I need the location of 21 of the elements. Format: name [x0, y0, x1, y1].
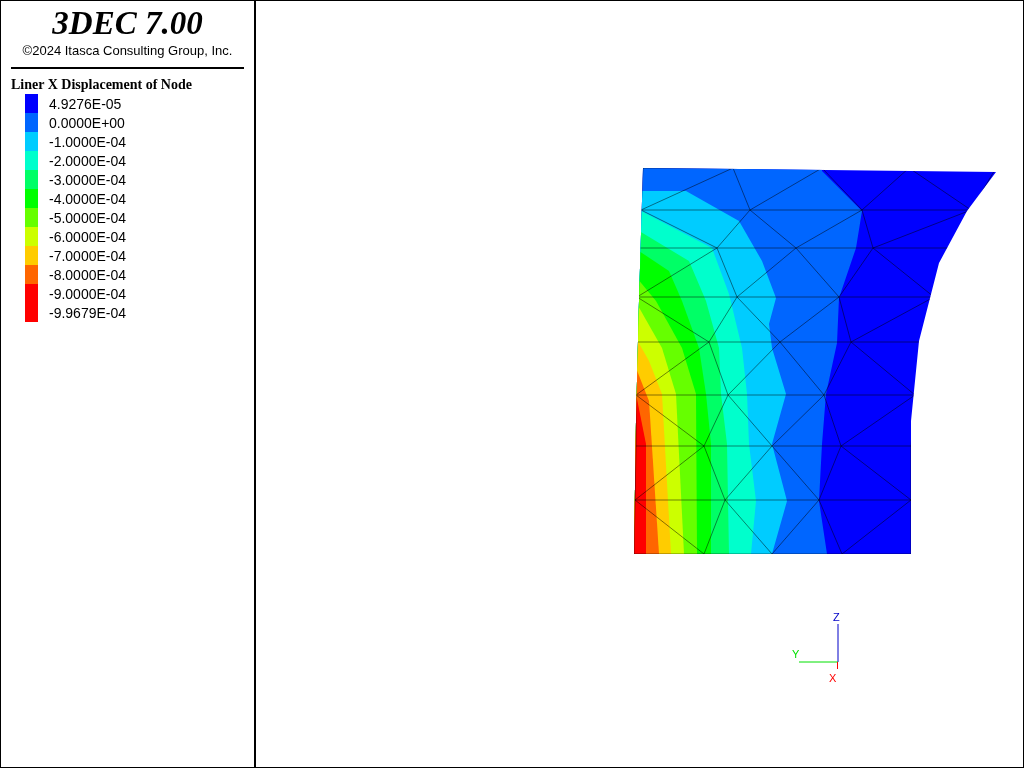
legend-label: -7.0000E-04: [49, 247, 127, 264]
legend-title: Liner X Displacement of Node: [11, 77, 193, 93]
legend-label: 4.9276E-05: [49, 95, 122, 112]
y-axis-label: Y: [792, 648, 800, 660]
legend-label: -4.0000E-04: [49, 190, 127, 207]
legend-label: -1.0000E-04: [49, 133, 127, 150]
y-axis-line: [798, 661, 839, 663]
legend-label: -3.0000E-04: [49, 171, 127, 188]
app-title: 3DEC 7.00: [51, 5, 204, 41]
legend-label: -9.9679E-04: [49, 304, 127, 321]
x-axis-label: X: [829, 672, 837, 684]
x-axis-line: [837, 661, 838, 670]
legend-label: -6.0000E-04: [49, 228, 127, 245]
legend-label: -2.0000E-04: [49, 152, 127, 169]
legend-label: -8.0000E-04: [49, 266, 127, 283]
z-axis-label: Z: [833, 611, 840, 623]
legend-label: 0.0000E+00: [49, 114, 125, 131]
legend-label: -9.0000E-04: [49, 285, 127, 302]
legend-label: -5.0000E-04: [49, 209, 127, 226]
copyright-text: ©2024 Itasca Consulting Group, Inc.: [21, 43, 234, 58]
z-axis-line: [837, 623, 839, 663]
